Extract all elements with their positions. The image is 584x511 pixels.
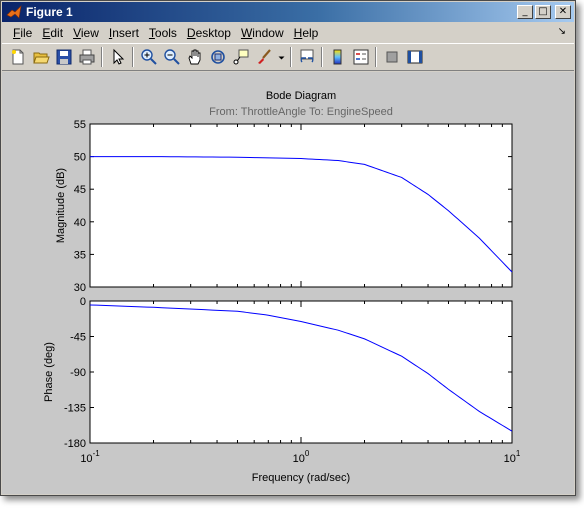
close-button[interactable]: ✕ [555,5,571,19]
minimize-button[interactable]: _ [517,5,533,19]
y-tick-label: 0 [80,296,86,308]
y-tick-label: -90 [70,367,86,379]
axes-box [89,123,513,288]
menu-bar: File Edit View Insert Tools Desktop Wind… [2,23,574,42]
menu-edit[interactable]: Edit [37,26,68,40]
maximize-icon: □ [538,6,548,17]
brush-icon [257,49,271,64]
hide-plot-tools-button[interactable] [380,46,403,68]
figure-window: Figure 1 _ □ ✕ File Edit View Insert Too… [0,0,576,496]
x-axis-label: Frequency (rad/sec) [252,472,350,484]
y-tick-label: -180 [64,438,86,450]
show-plot-tools-icon [407,50,422,64]
figure-toolbar [2,43,574,71]
menu-view[interactable]: View [68,26,104,40]
menu-desktop[interactable]: Desktop [182,26,236,40]
bode-plot[interactable]: Bode Diagram From: ThrottleAngle To: Engi… [2,72,576,496]
dock-figure-icon[interactable]: ↘ [558,26,566,37]
y-tick-label: -45 [70,332,86,344]
zoom-in-icon [140,49,157,65]
y-axis-label: Phase (deg) [43,342,55,402]
toolbar-separator [290,47,292,67]
save-button[interactable] [52,46,75,68]
x-tick-label: 101 [504,449,521,465]
menu-tools[interactable]: Tools [144,26,182,40]
toolbar-separator [321,47,323,67]
zoom-out-button[interactable] [160,46,183,68]
magnitude-axes: 30 35 40 45 50 55 Magnitude (dB) [55,119,513,294]
minimize-icon: _ [522,6,528,17]
zoom-in-button[interactable] [137,46,160,68]
link-plot-icon [300,49,313,63]
phase-axes: 0 -45 -90 -135 -180 Phase (deg) 10-1 100 101 Freq… [43,296,521,484]
print-icon [79,49,94,65]
x-tick-label: 100 [293,449,310,465]
toolbar-separator [132,47,134,67]
menu-help[interactable]: Help [289,26,324,40]
show-plot-tools-button[interactable] [403,46,426,68]
edit-plot-button[interactable] [106,46,129,68]
dropdown-arrow-icon [278,56,284,59]
y-tick-label: 50 [74,152,86,164]
title-bar[interactable]: Figure 1 _ □ ✕ [2,2,574,22]
y-tick-label: -135 [64,403,86,415]
menu-file[interactable]: File [8,26,37,40]
new-figure-button[interactable] [6,46,29,68]
x-tick-label: 10-1 [80,449,100,465]
y-tick-label: 35 [74,249,86,261]
open-file-button[interactable] [29,46,52,68]
insert-colorbar-button[interactable] [326,46,349,68]
maximize-button[interactable]: □ [535,5,551,19]
rotate-3d-button[interactable] [206,46,229,68]
zoom-out-icon [163,49,180,65]
y-tick-label: 45 [74,184,86,196]
data-cursor-button[interactable] [229,46,252,68]
close-icon: ✕ [558,6,568,17]
matlab-logo-icon [6,5,22,19]
hide-plot-tools-icon [386,51,397,63]
link-plot-button[interactable] [295,46,318,68]
chart-subtitle: From: ThrottleAngle To: EngineSpeed [209,106,393,118]
chart-title: Bode Diagram [266,90,336,102]
new-figure-icon [11,49,23,65]
save-icon [56,49,71,65]
brush-dropdown-button[interactable] [275,46,287,68]
insert-legend-button[interactable] [349,46,372,68]
window-title: Figure 1 [26,5,73,19]
insert-legend-icon [353,49,368,65]
pan-hand-icon [188,49,200,65]
brush-button[interactable] [252,46,275,68]
y-tick-label: 55 [74,119,86,131]
toolbar-separator [375,47,377,67]
insert-colorbar-icon [333,49,341,65]
print-button[interactable] [75,46,98,68]
menu-window[interactable]: Window [236,26,289,40]
edit-plot-arrow-icon [113,48,124,65]
figure-canvas[interactable]: Bode Diagram From: ThrottleAngle To: Engi… [2,72,574,494]
y-axis-label: Magnitude (dB) [55,168,67,243]
open-file-icon [32,52,50,64]
menu-insert[interactable]: Insert [104,26,144,40]
pan-button[interactable] [183,46,206,68]
y-tick-label: 30 [74,282,86,294]
data-cursor-icon [233,49,248,65]
axes-box [89,300,513,444]
y-tick-label: 40 [74,217,86,229]
rotate-3d-icon [210,50,225,64]
toolbar-separator [101,47,103,67]
